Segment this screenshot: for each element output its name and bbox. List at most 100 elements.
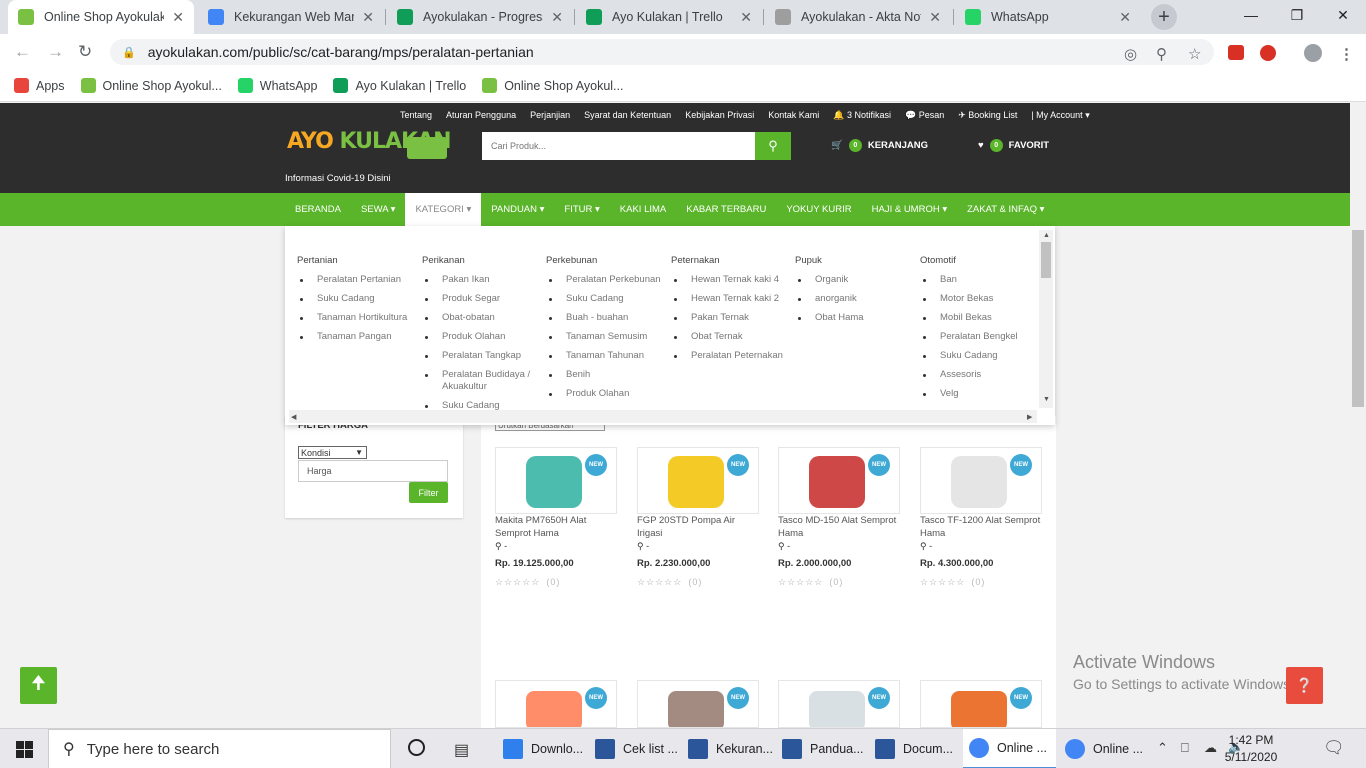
search-input[interactable] [482,132,755,160]
top-link[interactable]: 🔔 3 Notifikasi [826,110,898,121]
main-nav-item[interactable]: KATEGORI ▾ [405,193,482,226]
subcategory-item[interactable]: Suku Cadang [920,350,1038,362]
zoom-icon[interactable]: ⚲ [1156,45,1167,63]
cortana-icon[interactable] [408,739,425,756]
top-link[interactable]: | My Account ▾ [1024,110,1096,121]
scroll-up-icon[interactable]: ▲ [1043,232,1050,239]
subcategory-item[interactable]: Tanaman Semusim [546,331,664,343]
subcategory-item[interactable]: Hewan Ternak kaki 4 [671,274,789,286]
tab-close-icon[interactable]: ✕ [551,9,563,26]
product-name[interactable]: Tasco MD-150 Alat Semprot Hama [778,515,902,540]
subcategory-item[interactable]: Tanaman Tahunan [546,350,664,362]
taskbar-search[interactable]: ⚲ Type here to search [48,729,391,768]
chevron-up-icon[interactable]: ⌃ [1157,740,1168,756]
product-card[interactable]: NEW Tasco MD-150 Alat Semprot Hama ⚲ - Rp. … [778,447,902,588]
top-link[interactable]: ✈ Booking List [951,110,1024,121]
subcategory-item[interactable]: Tanaman Pangan [297,331,415,343]
scroll-down-icon[interactable]: ▼ [1043,396,1050,403]
subcategory-item[interactable]: Peralatan Perkebunan [546,274,664,286]
main-nav-item[interactable]: ZAKAT & INFAQ ▾ [957,193,1054,226]
subcategory-item[interactable]: Assesoris [920,369,1038,381]
product-name[interactable]: FGP 20STD Pompa Air Irigasi [637,515,761,540]
favorite-link[interactable]: ♥ 0 FAVORIT [978,139,1049,152]
subcategory-item[interactable]: Suku Cadang [297,293,415,305]
filter-button[interactable]: Filter [409,482,448,503]
location-icon[interactable]: ◎ [1124,45,1137,63]
page-scroll-thumb[interactable] [1352,230,1364,407]
product-image[interactable]: NEW [920,447,1042,514]
product-name[interactable]: Makita PM7650H Alat Semprot Hama [495,515,619,540]
product-card[interactable]: NEW [495,680,619,728]
subcategory-item[interactable]: Benih [546,369,664,381]
browser-tab[interactable]: Online Shop Ayokulaka ✕ [8,0,194,34]
subcategory-item[interactable]: Peralatan Tangkap [422,350,540,362]
product-image[interactable]: NEW [920,680,1042,728]
taskbar-app[interactable]: Kekuran... [682,729,774,768]
subcategory-item[interactable]: Produk Olahan [422,331,540,343]
menu-icon[interactable]: ⋮ [1339,45,1354,63]
tab-close-icon[interactable]: ✕ [362,9,374,26]
main-nav-item[interactable]: SEWA ▾ [351,193,406,226]
new-tab-button[interactable]: + [1151,4,1177,30]
product-image[interactable]: NEW [495,680,617,728]
top-link[interactable]: Tentang [393,110,439,121]
bookmark-item[interactable]: Online Shop Ayokul... [80,78,222,93]
reload-icon[interactable]: ↻ [78,42,92,62]
main-nav-item[interactable]: KAKI LIMA [610,193,676,226]
subcategory-item[interactable]: Obat-obatan [422,312,540,324]
taskbar-app[interactable]: Cek list ... [589,729,680,768]
browser-tab[interactable]: Kekurangan Web Marke ✕ [198,0,384,34]
subcategory-item[interactable]: Produk Segar [422,293,540,305]
kondisi-select[interactable]: Kondisi ▼ [298,446,367,459]
browser-tab[interactable]: Ayo Kulakan | Trello ✕ [576,0,762,34]
product-card[interactable]: NEW [637,680,761,728]
taskbar-app[interactable]: Online ... [963,729,1056,768]
back-icon[interactable]: ← [14,42,31,62]
cart-link[interactable]: 🛒 0 KERANJANG [831,139,928,152]
restore-icon[interactable]: ❐ [1274,0,1320,30]
bookmark-item[interactable]: Apps [14,78,65,93]
covid-info-link[interactable]: Informasi Covid-19 Disini [285,173,391,184]
taskbar-app[interactable]: Pandua... [776,729,867,768]
bookmark-item[interactable]: WhatsApp [237,78,317,93]
product-image[interactable]: NEW [637,680,759,728]
extension-icon[interactable] [1228,45,1244,60]
close-window-icon[interactable]: ✕ [1320,0,1366,30]
forward-icon[interactable]: → [47,42,64,62]
top-link[interactable]: Perjanjian [523,110,577,121]
tab-close-icon[interactable]: ✕ [1119,9,1131,26]
subcategory-item[interactable]: Motor Bekas [920,293,1038,305]
category-title[interactable]: Pupuk [795,255,913,266]
adblock-icon[interactable] [1260,45,1276,61]
back-to-top-button[interactable]: 🠉 [20,667,57,704]
subcategory-item[interactable]: Produk Olahan [546,388,664,400]
start-button[interactable] [0,729,48,768]
subcategory-item[interactable]: Mobil Bekas [920,312,1038,324]
top-link[interactable]: 💬 Pesan [898,110,951,121]
top-link[interactable]: Kontak Kami [761,110,826,121]
tab-close-icon[interactable]: ✕ [929,9,941,26]
subcategory-item[interactable]: Ban [920,274,1038,286]
scroll-right-icon[interactable]: ▶ [1027,413,1032,421]
search-button[interactable]: ⚲ [755,132,791,160]
notification-icon[interactable]: 🗨 [1323,738,1345,758]
clock[interactable]: 1:42 PM 5/11/2020 [1222,732,1280,766]
subcategory-item[interactable]: anorganik [795,293,913,305]
minimize-icon[interactable]: — [1228,0,1274,30]
subcategory-item[interactable]: Tanaman Hortikultura [297,312,415,324]
taskbar-app[interactable]: Docum... [869,729,961,768]
subcategory-item[interactable]: Peralatan Peternakan [671,350,789,362]
subcategory-item[interactable]: Pakan Ikan [422,274,540,286]
category-title[interactable]: Peternakan [671,255,789,266]
main-nav-item[interactable]: BERANDA [285,193,351,226]
scroll-left-icon[interactable]: ◀ [291,413,296,421]
main-nav-item[interactable]: HAJI & UMROH ▾ [862,193,958,226]
top-link[interactable]: Syarat dan Ketentuan [577,110,678,121]
category-title[interactable]: Perkebunan [546,255,664,266]
product-card[interactable]: NEW Tasco TF-1200 Alat Semprot Hama ⚲ - Rp.… [920,447,1044,588]
main-nav-item[interactable]: YOKUY KURIR [776,193,861,226]
subcategory-item[interactable]: Peralatan Pertanian [297,274,415,286]
product-card[interactable]: NEW [778,680,902,728]
subcategory-item[interactable]: Pakan Ternak [671,312,789,324]
address-bar[interactable]: 🔒 ayokulakan.com/public/sc/cat-barang/mp… [110,39,1214,65]
